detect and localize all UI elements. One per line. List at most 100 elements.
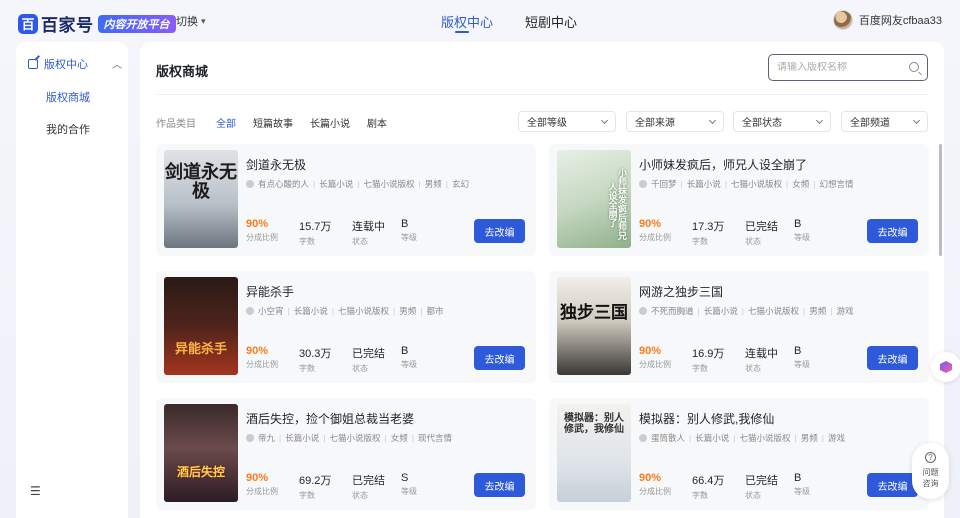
status-stat: 已完结 状态 xyxy=(352,472,385,501)
book-title[interactable]: 剑道永无极 xyxy=(246,156,306,173)
book-author: 帝九 xyxy=(258,433,276,443)
search-box[interactable] xyxy=(768,54,928,81)
status-label: 状态 xyxy=(352,364,368,373)
logo[interactable]: 百 百家号 内容开放平台 xyxy=(18,11,176,36)
tab-short-drama-center[interactable]: 短剧中心 xyxy=(525,12,577,31)
book-card[interactable]: 剑道永无极 剑道永无极 有点心酸的人 | 长篇小说 | 七猫小说版权 | 男频 | 玄幻… xyxy=(156,144,536,256)
book-genre: 幻想言情 xyxy=(819,179,854,189)
status-value: 连载中 xyxy=(352,221,385,233)
book-card[interactable]: 独步三国 网游之独步三国 不死而胸道 | 长篇小说 | 七猫小说版权 | 男频 | 游戏… xyxy=(549,271,929,383)
book-type: 长篇小说 xyxy=(319,179,354,189)
book-card[interactable]: 模拟器：别人修武，我修仙 模拟器：别人修武,我修仙 蛋筒散人 | 长篇小说 | 七猫… xyxy=(549,398,929,510)
words-value: 15.7万 xyxy=(299,221,332,233)
book-genre: 都市 xyxy=(426,306,444,316)
book-author: 有点心酸的人 xyxy=(258,179,310,189)
sidebar-item-copyright-mall[interactable]: 版权商城 xyxy=(46,89,90,105)
status-value: 已完结 xyxy=(352,475,385,487)
book-cover[interactable]: 剑道永无极 xyxy=(164,150,238,248)
author-icon xyxy=(246,307,254,315)
book-title[interactable]: 网游之独步三国 xyxy=(639,283,723,300)
status-value: 已完结 xyxy=(745,221,778,233)
words-label: 字数 xyxy=(692,491,708,500)
words-label: 字数 xyxy=(692,237,708,246)
question-icon: ? xyxy=(925,452,936,463)
grade-dropdown[interactable]: 全部等级 xyxy=(518,111,616,132)
assistant-float-button[interactable] xyxy=(931,352,960,382)
scrollbar[interactable] xyxy=(939,144,942,256)
top-bar: 百 百家号 内容开放平台 切换 ▾ 版权中心 短剧中心 百度网友cfbaa33 xyxy=(0,0,960,42)
book-channel: 女频 xyxy=(390,433,408,443)
grade-stat: S 等级 xyxy=(401,472,417,497)
share-stat: 90% 分成比例 xyxy=(246,472,278,497)
book-cover[interactable]: 独步三国 xyxy=(557,277,631,375)
adapt-button[interactable]: 去改编 xyxy=(474,473,525,497)
cover-title: 小师妹发疯后师兄人设全崩了 xyxy=(606,168,626,240)
sidebar-group-copyright-center[interactable]: 版权中心 ︿ xyxy=(28,56,122,72)
status-stat: 已完结 状态 xyxy=(745,218,778,247)
adapt-button[interactable]: 去改编 xyxy=(867,346,918,370)
source-dropdown-value: 全部来源 xyxy=(635,118,675,129)
chevron-down-icon xyxy=(912,116,921,124)
status-stat: 已完结 状态 xyxy=(352,345,385,374)
book-author: 千回梦 xyxy=(651,179,677,189)
share-value: 90% xyxy=(639,472,662,484)
category-long-novel[interactable]: 长篇小说 xyxy=(310,115,350,130)
search-input[interactable] xyxy=(777,62,897,73)
book-card[interactable]: 酒后失控 酒后失控，捡个御姐总裁当老婆 帝九 | 长篇小说 | 七猫小说版权 | 女频… xyxy=(156,398,536,510)
username: 百度网友cfbaa33 xyxy=(858,15,942,27)
status-value: 连载中 xyxy=(745,348,778,360)
adapt-button[interactable]: 去改编 xyxy=(474,346,525,370)
book-card[interactable]: 小师妹发疯后师兄人设全崩了 小师妹发疯后，师兄人设全崩了 千回梦 | 长篇小说 | … xyxy=(549,144,929,256)
share-label: 分成比例 xyxy=(639,233,671,242)
book-card[interactable]: 异能杀手 异能杀手 小空宵 | 长篇小说 | 七猫小说版权 | 男频 | 都市 90% 分… xyxy=(156,271,536,383)
book-title[interactable]: 酒后失控，捡个御姐总裁当老婆 xyxy=(246,410,414,427)
grade-label: 等级 xyxy=(401,487,417,496)
book-title[interactable]: 小师妹发疯后，师兄人设全崩了 xyxy=(639,156,807,173)
grade-label: 等级 xyxy=(794,487,810,496)
book-title[interactable]: 异能杀手 xyxy=(246,283,294,300)
book-title[interactable]: 模拟器：别人修武,我修仙 xyxy=(639,410,774,427)
book-meta: 小空宵 | 长篇小说 | 七猫小说版权 | 男频 | 都市 xyxy=(246,305,443,317)
status-dropdown[interactable]: 全部状态 xyxy=(733,111,831,132)
status-label: 状态 xyxy=(745,364,761,373)
cover-title: 异能杀手 xyxy=(174,342,227,357)
grade-label: 等级 xyxy=(401,233,417,242)
search-icon[interactable] xyxy=(909,62,919,72)
share-value: 90% xyxy=(639,345,662,357)
help-consult-button[interactable]: ? 问题咨询 xyxy=(912,443,949,499)
share-stat: 90% 分成比例 xyxy=(246,345,278,370)
book-cover[interactable]: 小师妹发疯后师兄人设全崩了 xyxy=(557,150,631,248)
sidebar-item-my-cooperation[interactable]: 我的合作 xyxy=(46,121,90,137)
logo-badge: 内容开放平台 xyxy=(97,14,176,33)
grade-value: B xyxy=(794,472,802,484)
user-menu[interactable]: 百度网友cfbaa33 xyxy=(832,10,942,30)
channel-dropdown[interactable]: 全部频道 xyxy=(841,111,928,132)
book-cover[interactable]: 酒后失控 xyxy=(164,404,238,502)
book-genre: 游戏 xyxy=(836,306,854,316)
category-short-story[interactable]: 短篇故事 xyxy=(253,115,293,130)
book-channel: 男频 xyxy=(399,306,417,316)
adapt-button[interactable]: 去改编 xyxy=(867,219,918,243)
grade-label: 等级 xyxy=(401,360,417,369)
book-meta: 不死而胸道 | 长篇小说 | 七猫小说版权 | 男频 | 游戏 xyxy=(639,305,853,317)
author-icon xyxy=(639,307,647,315)
grade-stat: B 等级 xyxy=(794,218,810,243)
edit-icon xyxy=(28,59,38,69)
source-dropdown[interactable]: 全部来源 xyxy=(626,111,724,132)
book-channel: 女频 xyxy=(792,179,810,189)
grade-value: B xyxy=(401,218,409,230)
status-value: 已完结 xyxy=(352,348,385,360)
author-icon xyxy=(246,180,254,188)
tab-copyright-center[interactable]: 版权中心 xyxy=(441,12,493,31)
share-value: 90% xyxy=(639,218,662,230)
book-cover[interactable]: 模拟器：别人修武，我修仙 xyxy=(557,404,631,502)
category-script[interactable]: 剧本 xyxy=(367,115,387,130)
adapt-button[interactable]: 去改编 xyxy=(867,473,918,497)
grade-stat: B 等级 xyxy=(794,345,810,370)
grade-stat: B 等级 xyxy=(794,472,810,497)
book-cover[interactable]: 异能杀手 xyxy=(164,277,238,375)
switch-dropdown[interactable]: 切换 ▾ xyxy=(176,13,206,29)
adapt-button[interactable]: 去改编 xyxy=(474,219,525,243)
collapse-sidebar-icon[interactable]: ☰ xyxy=(30,484,41,498)
category-all[interactable]: 全部 xyxy=(216,115,236,130)
